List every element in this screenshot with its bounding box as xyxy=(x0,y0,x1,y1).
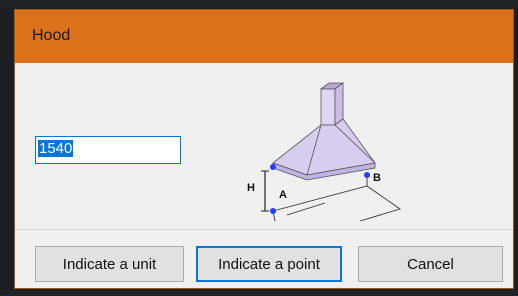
chimney-front xyxy=(320,88,336,126)
dialog-body: 1540 H A B xyxy=(15,63,513,229)
label-b: B xyxy=(373,172,381,184)
marker-point xyxy=(364,172,370,178)
dialog-titlebar: Hood xyxy=(15,10,513,63)
hood-illustration: H A B xyxy=(247,82,402,221)
value-input[interactable]: 1540 xyxy=(35,136,181,164)
selected-value: 1540 xyxy=(38,140,74,157)
floor-outline xyxy=(272,185,402,221)
indicate-point-button[interactable]: Indicate a point xyxy=(196,246,342,282)
marker-point xyxy=(270,208,276,214)
label-a: A xyxy=(279,189,287,201)
chimney-side xyxy=(334,82,344,126)
background-bottom xyxy=(0,290,518,296)
dimension-a-line xyxy=(286,202,326,216)
marker-point xyxy=(270,164,276,170)
dialog-title: Hood xyxy=(32,27,71,44)
hood-dialog: Hood 1540 H A B Indicate a unit Indicate… xyxy=(14,9,514,289)
cancel-button[interactable]: Cancel xyxy=(358,246,503,282)
indicate-unit-button[interactable]: Indicate a unit xyxy=(35,246,184,282)
background-strip xyxy=(0,0,518,8)
label-h: H xyxy=(247,182,255,194)
dialog-footer: Indicate a unit Indicate a point Cancel xyxy=(15,229,513,290)
